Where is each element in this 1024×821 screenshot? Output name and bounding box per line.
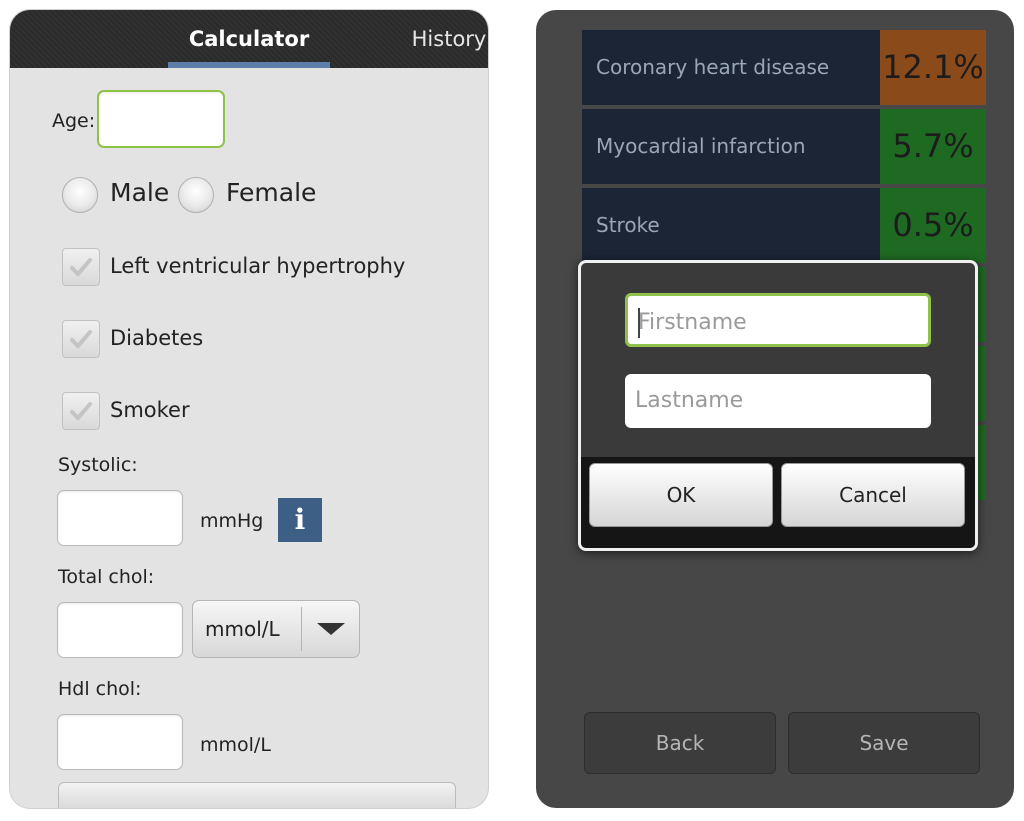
cancel-button[interactable]: Cancel <box>781 463 965 527</box>
calculator-screen: Calculator History Age: Male Female Left… <box>10 10 488 808</box>
result-label: Stroke <box>596 213 660 237</box>
female-radio[interactable] <box>178 177 214 213</box>
results-screen: Coronary heart disease 12.1% Myocardial … <box>536 10 1014 808</box>
hdl-chol-input[interactable] <box>57 714 183 770</box>
tab-history[interactable]: History <box>404 10 488 68</box>
lvh-label: Left ventricular hypertrophy <box>110 254 406 278</box>
diabetes-checkbox[interactable] <box>62 320 100 358</box>
lvh-checkbox[interactable] <box>62 248 100 286</box>
smoker-label: Smoker <box>110 398 190 422</box>
firstname-input[interactable]: Firstname <box>625 293 931 347</box>
age-label: Age: <box>52 110 96 132</box>
unit-select-value: mmol/L <box>205 617 280 641</box>
hdl-chol-unit: mmol/L <box>200 734 271 756</box>
lastname-placeholder: Lastname <box>635 388 744 413</box>
name-dialog: Firstname Lastname OK Cancel <box>578 260 978 551</box>
total-chol-unit-select[interactable]: mmol/L <box>192 600 360 658</box>
check-icon <box>70 330 92 349</box>
dropdown-arrow-icon <box>317 623 345 635</box>
save-button[interactable]: Save <box>788 712 980 774</box>
systolic-input[interactable] <box>57 490 183 546</box>
back-button[interactable]: Back <box>584 712 776 774</box>
total-chol-label: Total chol: <box>58 566 155 588</box>
active-tab-indicator <box>168 62 330 68</box>
text-caret <box>638 308 640 338</box>
male-label: Male <box>110 178 170 207</box>
total-chol-input[interactable] <box>57 602 183 658</box>
check-icon <box>70 258 92 277</box>
male-radio[interactable] <box>62 177 98 213</box>
tab-bar: Calculator History <box>10 10 488 68</box>
result-row: Coronary heart disease 12.1% <box>582 30 986 105</box>
firstname-placeholder: Firstname <box>638 310 747 335</box>
check-icon <box>70 402 92 421</box>
calculate-button-partial[interactable] <box>58 782 456 808</box>
smoker-checkbox[interactable] <box>62 392 100 430</box>
age-input[interactable] <box>97 90 225 148</box>
systolic-label: Systolic: <box>58 454 138 476</box>
tab-calculator[interactable]: Calculator <box>168 10 330 68</box>
result-label: Coronary heart disease <box>596 55 830 79</box>
result-label: Myocardial infarction <box>596 134 806 158</box>
diabetes-label: Diabetes <box>110 326 204 350</box>
hdl-chol-label: Hdl chol: <box>58 678 142 700</box>
result-value: 5.7% <box>880 109 986 184</box>
result-value: 12.1% <box>880 30 986 105</box>
select-divider <box>301 607 302 651</box>
lastname-input[interactable]: Lastname <box>625 374 931 428</box>
info-icon[interactable]: i <box>278 498 322 542</box>
systolic-unit: mmHg <box>200 510 264 532</box>
female-label: Female <box>226 178 317 207</box>
result-value: 0.5% <box>880 188 986 263</box>
result-row: Stroke 0.5% <box>582 188 986 263</box>
result-row: Myocardial infarction 5.7% <box>582 109 986 184</box>
ok-button[interactable]: OK <box>589 463 773 527</box>
